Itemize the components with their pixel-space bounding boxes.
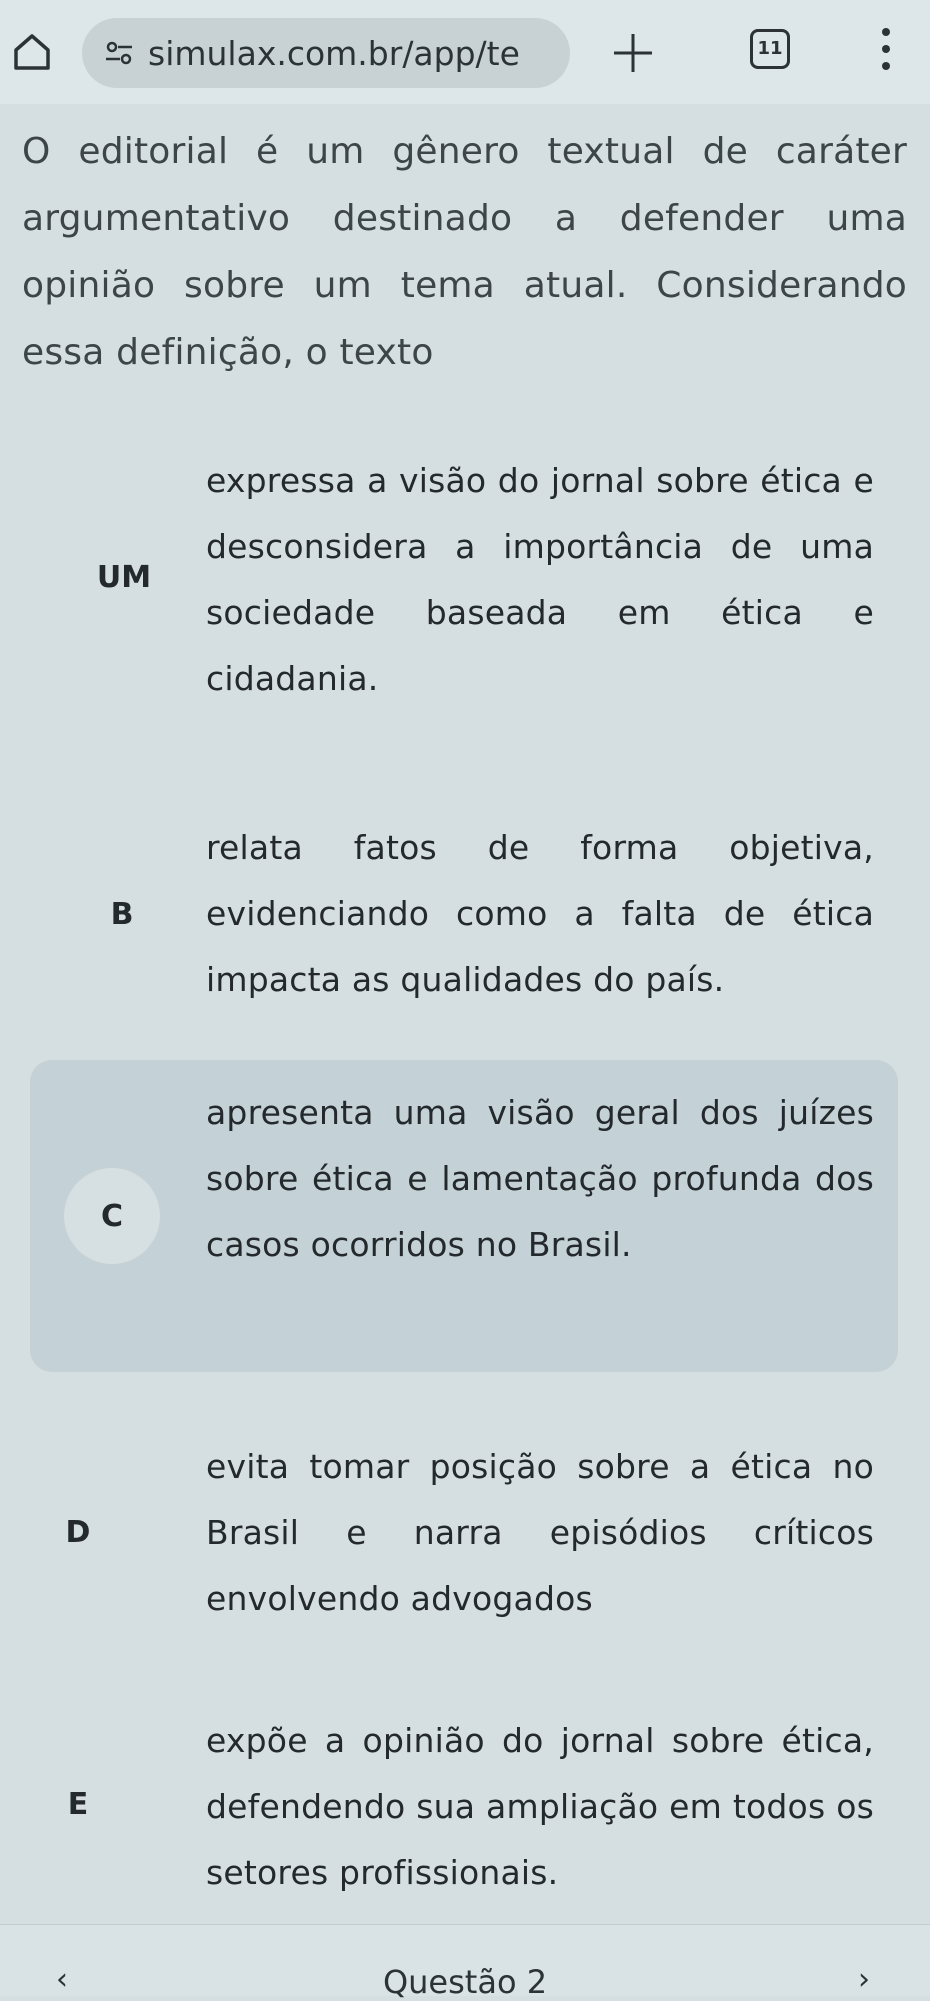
chevron-right-icon[interactable]: › [858, 1965, 870, 1995]
option-text: expressa a visão do jornal sobre ética e… [206, 461, 874, 698]
option-text: relata fatos de forma objetiva, evidenci… [206, 828, 874, 999]
kebab-menu-icon[interactable] [876, 28, 896, 84]
tabs-count-button[interactable]: 11 [750, 29, 790, 69]
option-text: evita tomar posição sobre a ética no Bra… [206, 1447, 874, 1618]
url-text[interactable]: simulax.com.br/app/te [148, 34, 520, 73]
question-navigation: ‹ Questão 2 › [0, 1924, 930, 2001]
plus-icon[interactable] [608, 28, 658, 78]
option-d[interactable]: D evita tomar posição sobre a ética no B… [30, 1422, 898, 1637]
home-icon[interactable] [10, 30, 54, 74]
option-text: expõe a opinião do jornal sobre ética, d… [206, 1721, 874, 1892]
option-letter: D [65, 1514, 91, 1550]
option-b[interactable]: B relata fatos de forma objetiva, eviden… [30, 800, 898, 1015]
address-bar[interactable]: simulax.com.br/app/te [82, 18, 570, 88]
option-letter: C [64, 1168, 160, 1264]
option-text: apresenta uma visão geral dos juízes sob… [206, 1093, 874, 1264]
option-c[interactable]: C apresenta uma visão geral dos juízes s… [30, 1060, 898, 1372]
option-e[interactable]: E expõe a opinião do jornal sobre ética,… [30, 1698, 898, 1913]
option-a[interactable]: UM expressa a visão do jornal sobre étic… [30, 430, 898, 730]
question-statement: O editorial é um gênero textual de carát… [22, 131, 907, 373]
option-letter: E [67, 1786, 89, 1822]
option-letter: UM [96, 559, 152, 595]
browser-toolbar: simulax.com.br/app/te 11 [0, 0, 930, 104]
question-number: Questão 2 [382, 1963, 548, 2001]
option-letter: B [110, 896, 134, 932]
site-settings-icon[interactable] [104, 41, 134, 65]
